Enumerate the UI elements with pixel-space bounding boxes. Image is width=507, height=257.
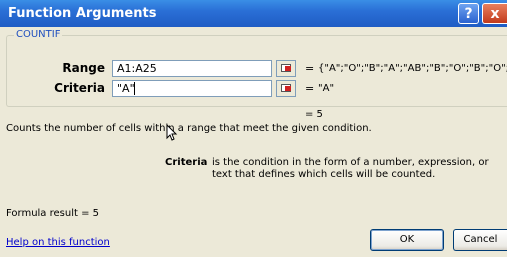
range-collapse-button[interactable] [276, 60, 296, 77]
criteria-label: Criteria [54, 81, 105, 95]
title-bar: Function Arguments ? x [0, 0, 507, 27]
argument-help-text: is the condition in the form of a number… [212, 157, 489, 180]
criteria-equals: = [305, 82, 315, 95]
close-icon: x [490, 6, 500, 22]
dialog-title: Function Arguments [8, 6, 157, 21]
function-name: COUNTIF [14, 29, 63, 40]
criteria-input[interactable]: "A" [112, 80, 272, 97]
range-label: Range [62, 61, 105, 75]
collapse-arrow-icon [285, 86, 291, 91]
ok-button[interactable]: OK [370, 229, 444, 251]
criteria-result: "A" [318, 83, 335, 94]
criteria-collapse-button[interactable] [276, 80, 296, 97]
range-equals: = [305, 62, 315, 75]
argument-help-label: Criteria [165, 157, 208, 168]
range-input[interactable]: A1:A25 [112, 60, 272, 77]
cancel-button[interactable]: Cancel [453, 229, 507, 251]
function-description: Counts the number of cells within a rang… [6, 123, 372, 134]
mouse-cursor-icon [166, 124, 178, 141]
text-caret [134, 82, 135, 95]
close-button[interactable]: x [482, 3, 507, 24]
help-icon: ? [464, 6, 473, 22]
formula-result: Formula result = 5 [6, 208, 100, 219]
help-button[interactable]: ? [458, 3, 479, 24]
collapse-arrow-icon [285, 66, 291, 71]
help-link[interactable]: Help on this function [6, 237, 110, 248]
overall-result: = 5 [305, 109, 323, 120]
range-result: {"A";"O";"B";"A";"AB";"B";"O";"B";"O";"A [318, 63, 507, 74]
